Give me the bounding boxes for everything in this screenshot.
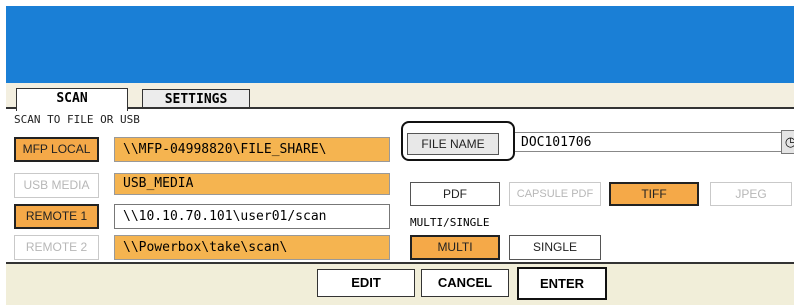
usb-media-button[interactable]: USB MEDIA [14, 173, 99, 198]
tab-scan[interactable]: SCAN [16, 88, 128, 111]
jpeg-button[interactable]: JPEG [710, 182, 792, 206]
capsule-pdf-button[interactable]: CAPSULE PDF [509, 182, 601, 206]
action-bar: EDIT CANCEL ENTER [6, 262, 794, 305]
mfp-local-path[interactable]: \\MFP-04998820\FILE_SHARE\ [114, 137, 390, 162]
file-name-button[interactable]: FILE NAME [407, 133, 499, 155]
cancel-button[interactable]: CANCEL [421, 269, 509, 297]
edit-button[interactable]: EDIT [317, 269, 415, 297]
remote-1-path[interactable]: \\10.10.70.101\user01/scan [114, 204, 390, 229]
clock-icon[interactable]: ◷ [781, 130, 794, 154]
multi-button[interactable]: MULTI [410, 235, 500, 260]
tiff-button[interactable]: TIFF [609, 182, 699, 206]
mfp-local-button[interactable]: MFP LOCAL [14, 137, 99, 162]
tab-settings[interactable]: SETTINGS [142, 89, 250, 109]
file-name-field[interactable]: DOC101706 [515, 132, 781, 152]
section-label: SCAN TO FILE OR USB [14, 113, 140, 126]
scan-panel: SCAN TO FILE OR USB MFP LOCAL USB MEDIA … [6, 107, 794, 264]
remote-2-button[interactable]: REMOTE 2 [14, 235, 99, 260]
remote-2-path[interactable]: \\Powerbox\take\scan\ [114, 235, 390, 260]
remote-1-button[interactable]: REMOTE 1 [14, 204, 99, 229]
tab-bar: SCAN SETTINGS [6, 83, 794, 111]
pdf-button[interactable]: PDF [410, 182, 500, 206]
multi-single-label: MULTI/SINGLE [410, 216, 490, 229]
single-button[interactable]: SINGLE [509, 235, 601, 260]
header-bar [6, 6, 794, 83]
usb-media-path[interactable]: USB_MEDIA [114, 173, 390, 195]
enter-button[interactable]: ENTER [517, 267, 607, 300]
scan-settings-screen: SCAN SETTINGS SCAN TO FILE OR USB MFP LO… [0, 0, 794, 305]
